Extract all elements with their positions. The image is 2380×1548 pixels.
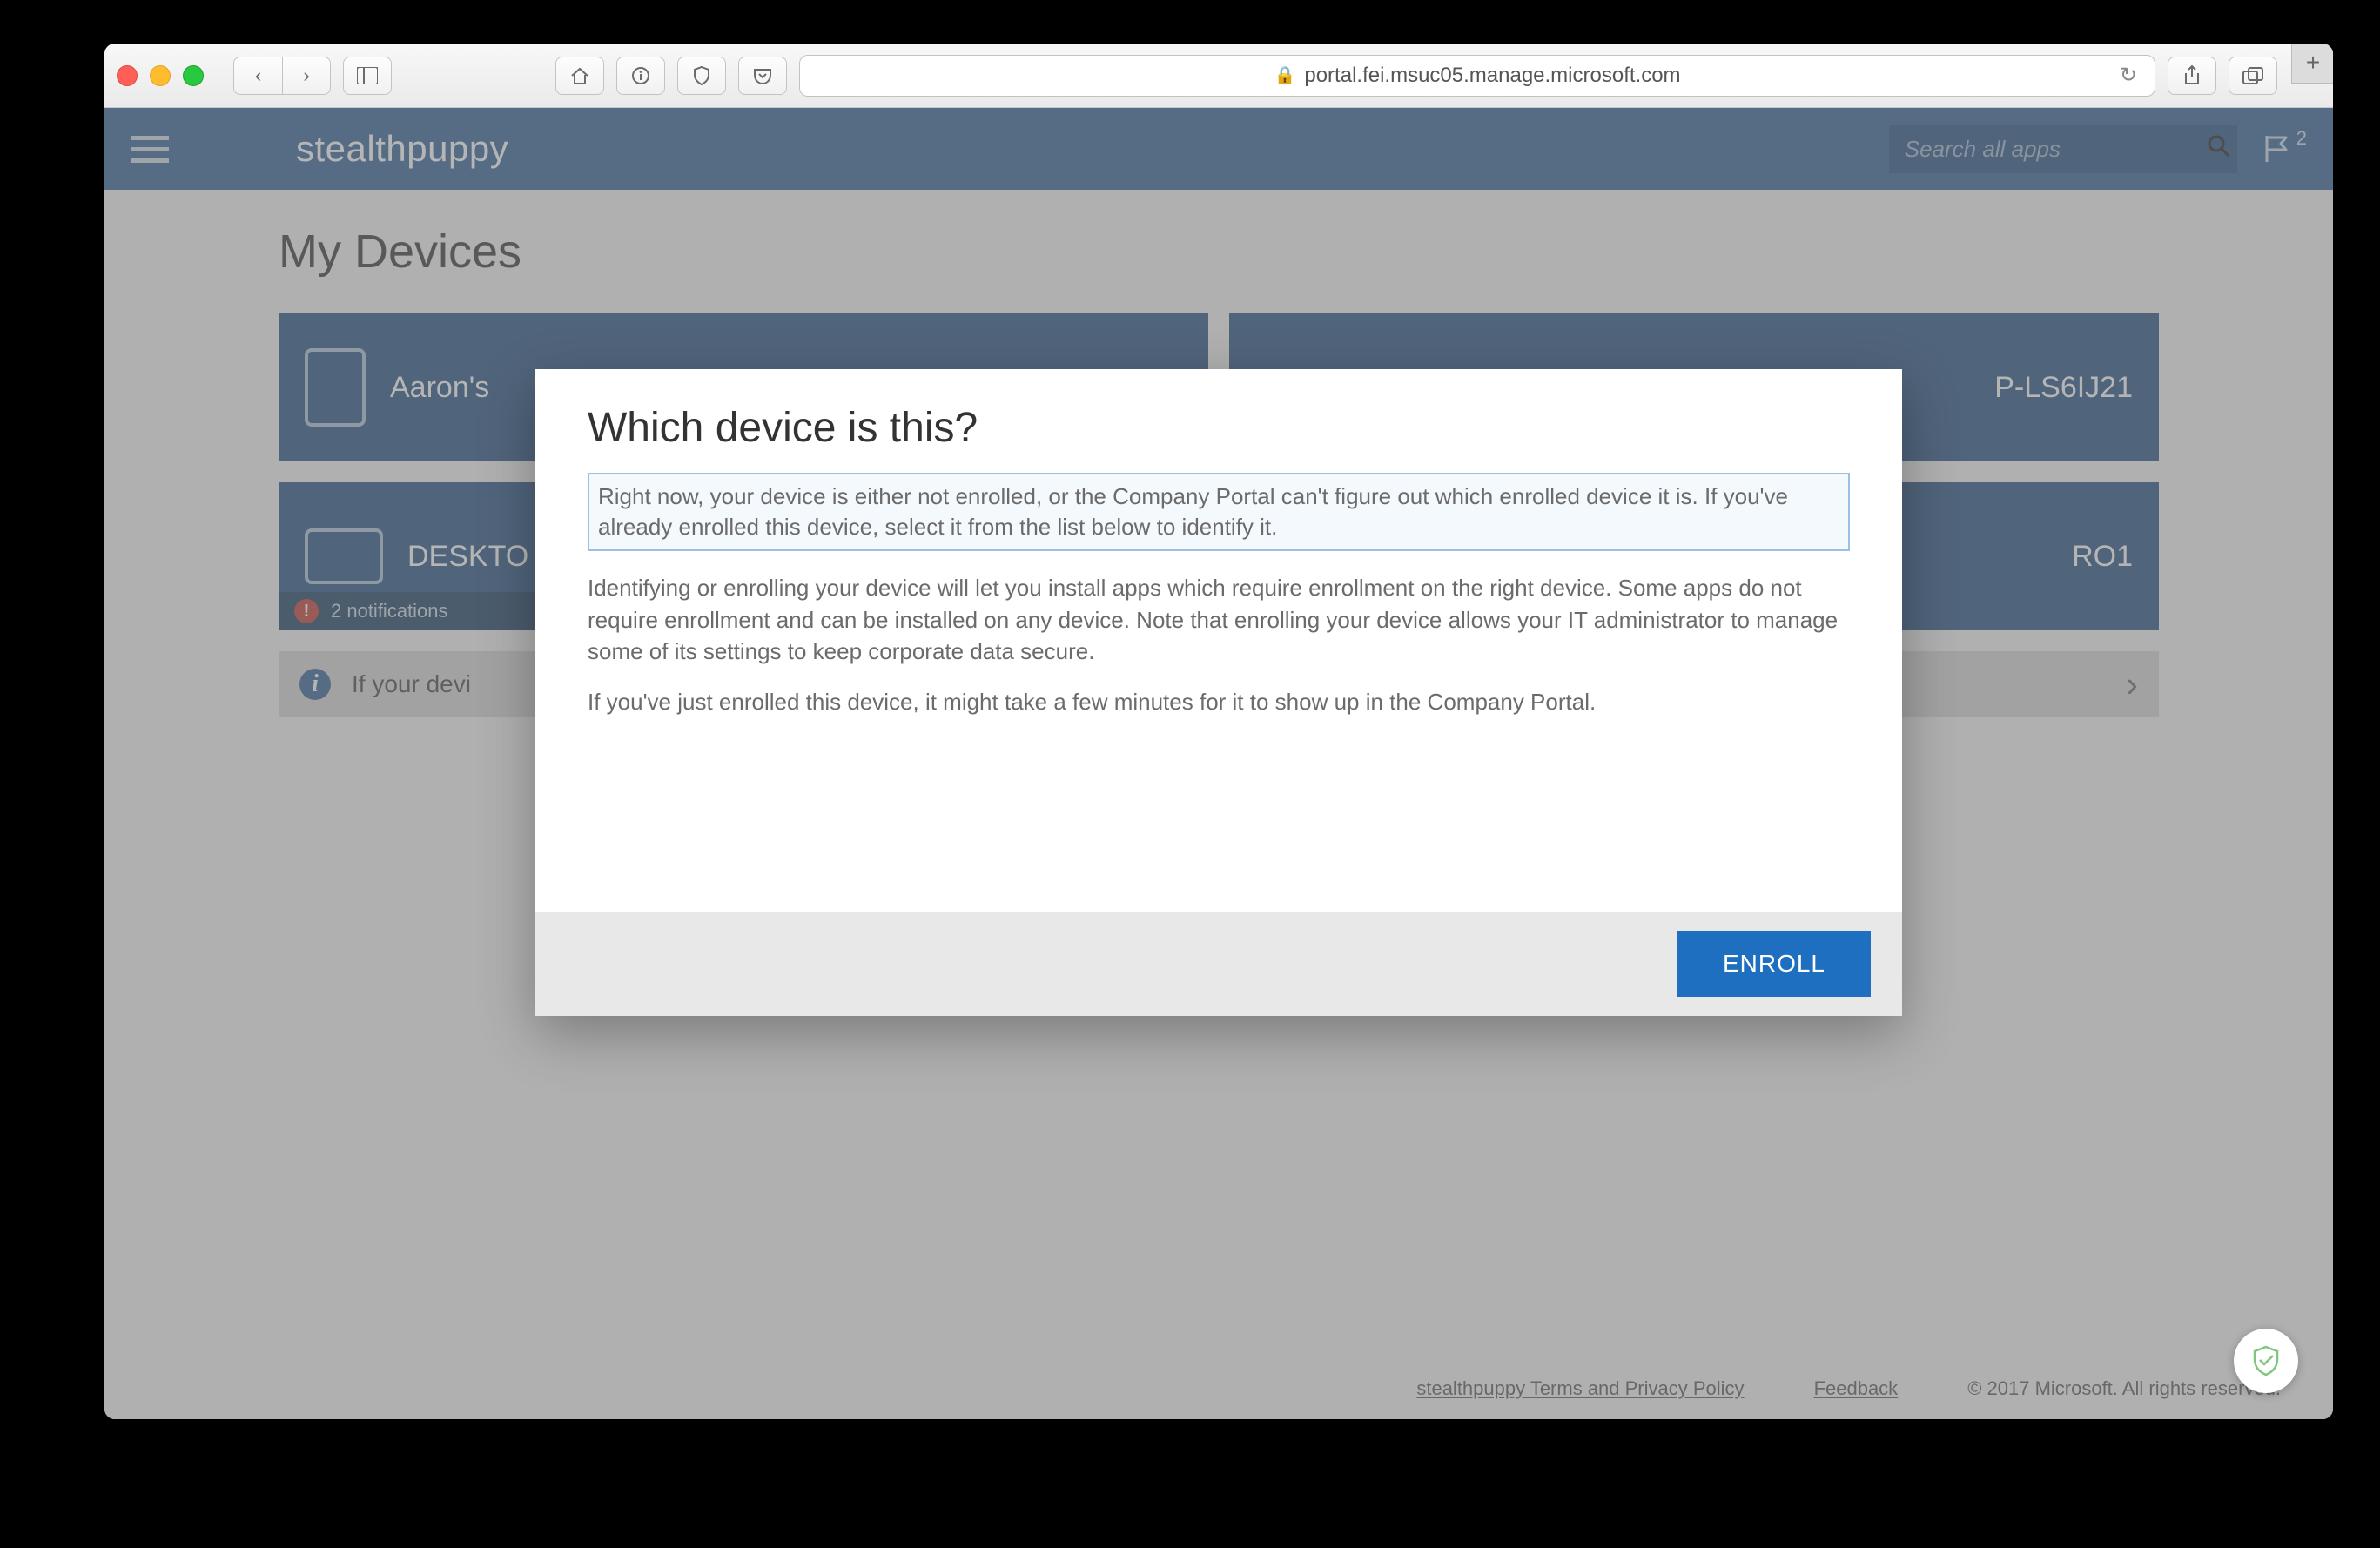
modal-actions: ENROLL: [535, 912, 1902, 1016]
enroll-button[interactable]: ENROLL: [1677, 931, 1871, 997]
close-window-button[interactable]: [117, 65, 138, 86]
page-content: stealthpuppy 2 My Devices: [104, 108, 2333, 1419]
shield-check-icon: [2249, 1343, 2283, 1378]
pocket-button[interactable]: [738, 57, 787, 95]
window-controls: [117, 65, 204, 86]
share-button[interactable]: [2168, 57, 2216, 95]
home-button[interactable]: [555, 57, 604, 95]
status-badge[interactable]: [2234, 1329, 2298, 1393]
modal-highlight-text: Right now, your device is either not enr…: [588, 473, 1850, 551]
new-tab-button[interactable]: +: [2291, 44, 2333, 84]
modal-title: Which device is this?: [588, 404, 1850, 452]
browser-window: ‹ › 🔒 portal.fei.msuc05.manage.microsof: [104, 44, 2333, 1419]
tabs-button[interactable]: [2229, 57, 2277, 95]
back-button[interactable]: ‹: [233, 57, 282, 95]
browser-toolbar: ‹ › 🔒 portal.fei.msuc05.manage.microsof: [104, 44, 2333, 108]
reload-icon[interactable]: ↻: [2120, 63, 2137, 88]
address-bar[interactable]: 🔒 portal.fei.msuc05.manage.microsoft.com…: [799, 55, 2155, 97]
sidebar-button[interactable]: [343, 57, 392, 95]
shield-button[interactable]: [677, 57, 726, 95]
enroll-modal: Which device is this? Right now, your de…: [535, 369, 1902, 1016]
url-text: portal.fei.msuc05.manage.microsoft.com: [1304, 64, 1680, 88]
forward-button[interactable]: ›: [282, 57, 331, 95]
modal-paragraph: If you've just enrolled this device, it …: [588, 686, 1850, 717]
lock-icon: 🔒: [1274, 64, 1295, 86]
minimize-window-button[interactable]: [150, 65, 171, 86]
modal-paragraph: Identifying or enrolling your device wil…: [588, 572, 1850, 667]
info-button[interactable]: [616, 57, 665, 95]
fullscreen-window-button[interactable]: [183, 65, 204, 86]
